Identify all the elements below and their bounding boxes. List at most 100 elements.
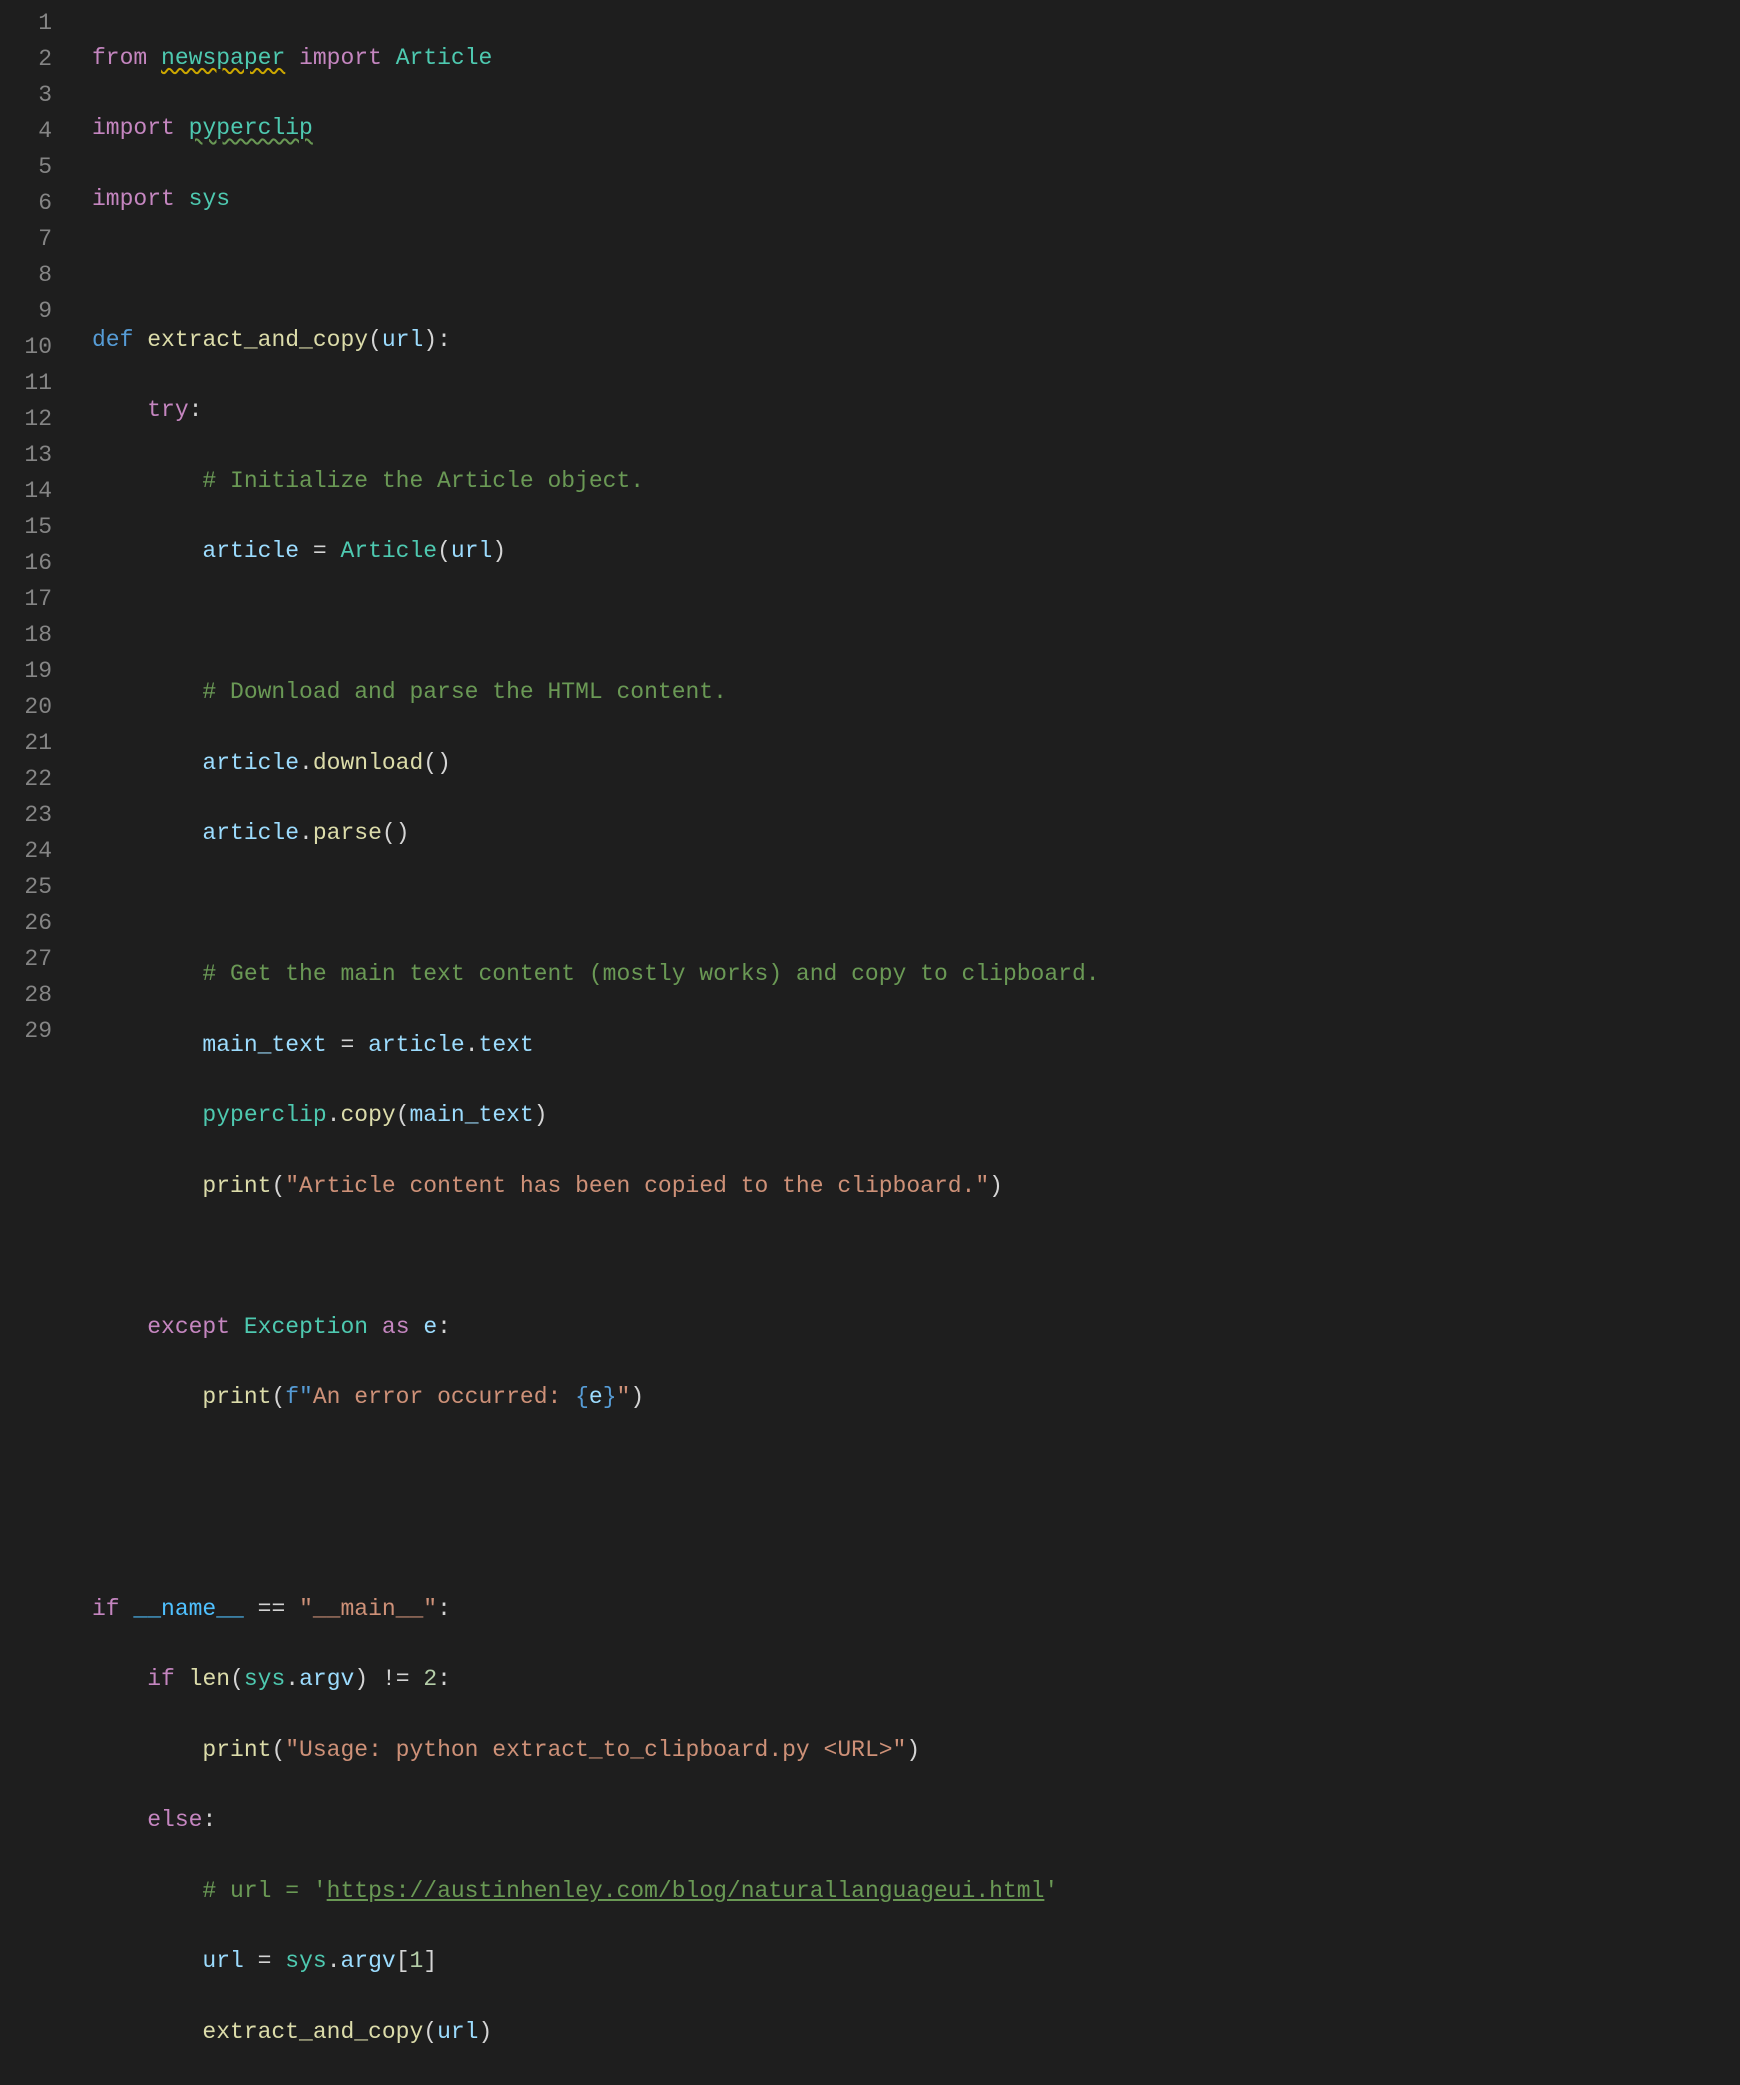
indent (92, 538, 202, 564)
keyword-def: def (92, 327, 133, 353)
var-article: article (202, 538, 299, 564)
dot: . (299, 750, 313, 776)
prop-argv: argv (341, 1948, 396, 1974)
code-line[interactable]: from newspaper import Article (92, 41, 1740, 77)
code-line[interactable]: main_text = article.text (92, 1028, 1740, 1064)
code-line[interactable]: # url = 'https://austinhenley.com/blog/n… (92, 1874, 1740, 1910)
line-number: 8 (10, 258, 52, 294)
indent (92, 1737, 202, 1763)
code-line[interactable]: try: (92, 393, 1740, 429)
builtin-print: print (202, 1173, 271, 1199)
string-main: "__main__" (299, 1596, 437, 1622)
paren-close: ) (534, 1102, 548, 1128)
line-number: 2 (10, 42, 52, 78)
comment: # Get the main text content (mostly work… (202, 961, 1099, 987)
code-line[interactable]: print(f"An error occurred: {e}") (92, 1380, 1740, 1416)
paren-open: ( (271, 1737, 285, 1763)
code-line[interactable]: if __name__ == "__main__": (92, 1592, 1740, 1628)
code-line[interactable] (92, 1521, 1740, 1557)
indent (92, 1384, 202, 1410)
indent (92, 1102, 202, 1128)
code-line[interactable] (92, 1451, 1740, 1487)
paren-open: ( (396, 1102, 410, 1128)
bracket-close: ] (423, 1948, 437, 1974)
dot: . (465, 1032, 479, 1058)
code-line[interactable]: import sys (92, 182, 1740, 218)
keyword-if: if (147, 1666, 175, 1692)
comment-suffix: ' (1044, 1878, 1058, 1904)
code-line[interactable]: article.parse() (92, 816, 1740, 852)
indent (92, 679, 202, 705)
code-line[interactable] (92, 252, 1740, 288)
line-number: 9 (10, 294, 52, 330)
paren-close: ) (906, 1737, 920, 1763)
code-line[interactable]: except Exception as e: (92, 1310, 1740, 1346)
line-number: 15 (10, 510, 52, 546)
module-newspaper: newspaper (161, 45, 285, 71)
comment-prefix: # url = ' (202, 1878, 326, 1904)
var-main-text: main_text (410, 1102, 534, 1128)
module-sys: sys (244, 1666, 285, 1692)
line-number: 27 (10, 942, 52, 978)
line-number: 28 (10, 978, 52, 1014)
indent (92, 468, 202, 494)
paren-open: ( (437, 538, 451, 564)
code-line[interactable]: print("Article content has been copied t… (92, 1169, 1740, 1205)
line-number: 14 (10, 474, 52, 510)
code-line[interactable]: extract_and_copy(url) (92, 2015, 1740, 2051)
function-call: extract_and_copy (202, 2019, 423, 2045)
paren-close: ) (989, 1173, 1003, 1199)
indent (92, 961, 202, 987)
brace-open: { (575, 1384, 589, 1410)
module-pyperclip: pyperclip (189, 115, 313, 141)
paren-close: ) (630, 1384, 644, 1410)
code-line[interactable]: url = sys.argv[1] (92, 1944, 1740, 1980)
equals: == (244, 1596, 299, 1622)
code-line[interactable] (92, 605, 1740, 641)
code-line[interactable]: article = Article(url) (92, 534, 1740, 570)
code-line[interactable]: # Download and parse the HTML content. (92, 675, 1740, 711)
line-number: 10 (10, 330, 52, 366)
var-article: article (368, 1032, 465, 1058)
paren-open: ( (230, 1666, 244, 1692)
indent (92, 1666, 147, 1692)
code-line[interactable] (92, 1239, 1740, 1275)
code-line[interactable]: def extract_and_copy(url): (92, 323, 1740, 359)
code-line[interactable]: print("Usage: python extract_to_clipboar… (92, 1733, 1740, 1769)
not-equals: != (368, 1666, 423, 1692)
code-line[interactable]: import pyperclip (92, 111, 1740, 147)
paren-open: ( (271, 1173, 285, 1199)
code-line[interactable]: article.download() (92, 746, 1740, 782)
line-number: 23 (10, 798, 52, 834)
code-line[interactable]: # Get the main text content (mostly work… (92, 957, 1740, 993)
line-number: 22 (10, 762, 52, 798)
module-sys: sys (189, 186, 230, 212)
var-url: url (202, 1948, 243, 1974)
line-number: 24 (10, 834, 52, 870)
code-line[interactable]: if len(sys.argv) != 2: (92, 1662, 1740, 1698)
paren-open: ( (423, 750, 437, 776)
assign: = (327, 1032, 368, 1058)
paren-open: ( (271, 1384, 285, 1410)
class-exception: Exception (244, 1314, 368, 1340)
line-number: 17 (10, 582, 52, 618)
fstring-prefix: f" (285, 1384, 313, 1410)
comment: # Download and parse the HTML content. (202, 679, 727, 705)
code-line[interactable]: # Initialize the Article object. (92, 464, 1740, 500)
class-article: Article (340, 538, 437, 564)
code-line[interactable] (92, 887, 1740, 923)
code-editor-area[interactable]: from newspaper import Article import pyp… (78, 0, 1740, 1518)
code-line[interactable]: else: (92, 1803, 1740, 1839)
line-number: 29 (10, 1014, 52, 1050)
indent (92, 750, 202, 776)
var-url: url (437, 2019, 478, 2045)
string-literal: "Article content has been copied to the … (285, 1173, 989, 1199)
paren-close: ) (396, 820, 410, 846)
method-download: download (313, 750, 423, 776)
line-number: 13 (10, 438, 52, 474)
prop-argv: argv (299, 1666, 354, 1692)
line-number: 26 (10, 906, 52, 942)
line-number: 19 (10, 654, 52, 690)
code-line[interactable]: pyperclip.copy(main_text) (92, 1098, 1740, 1134)
dot: . (285, 1666, 299, 1692)
